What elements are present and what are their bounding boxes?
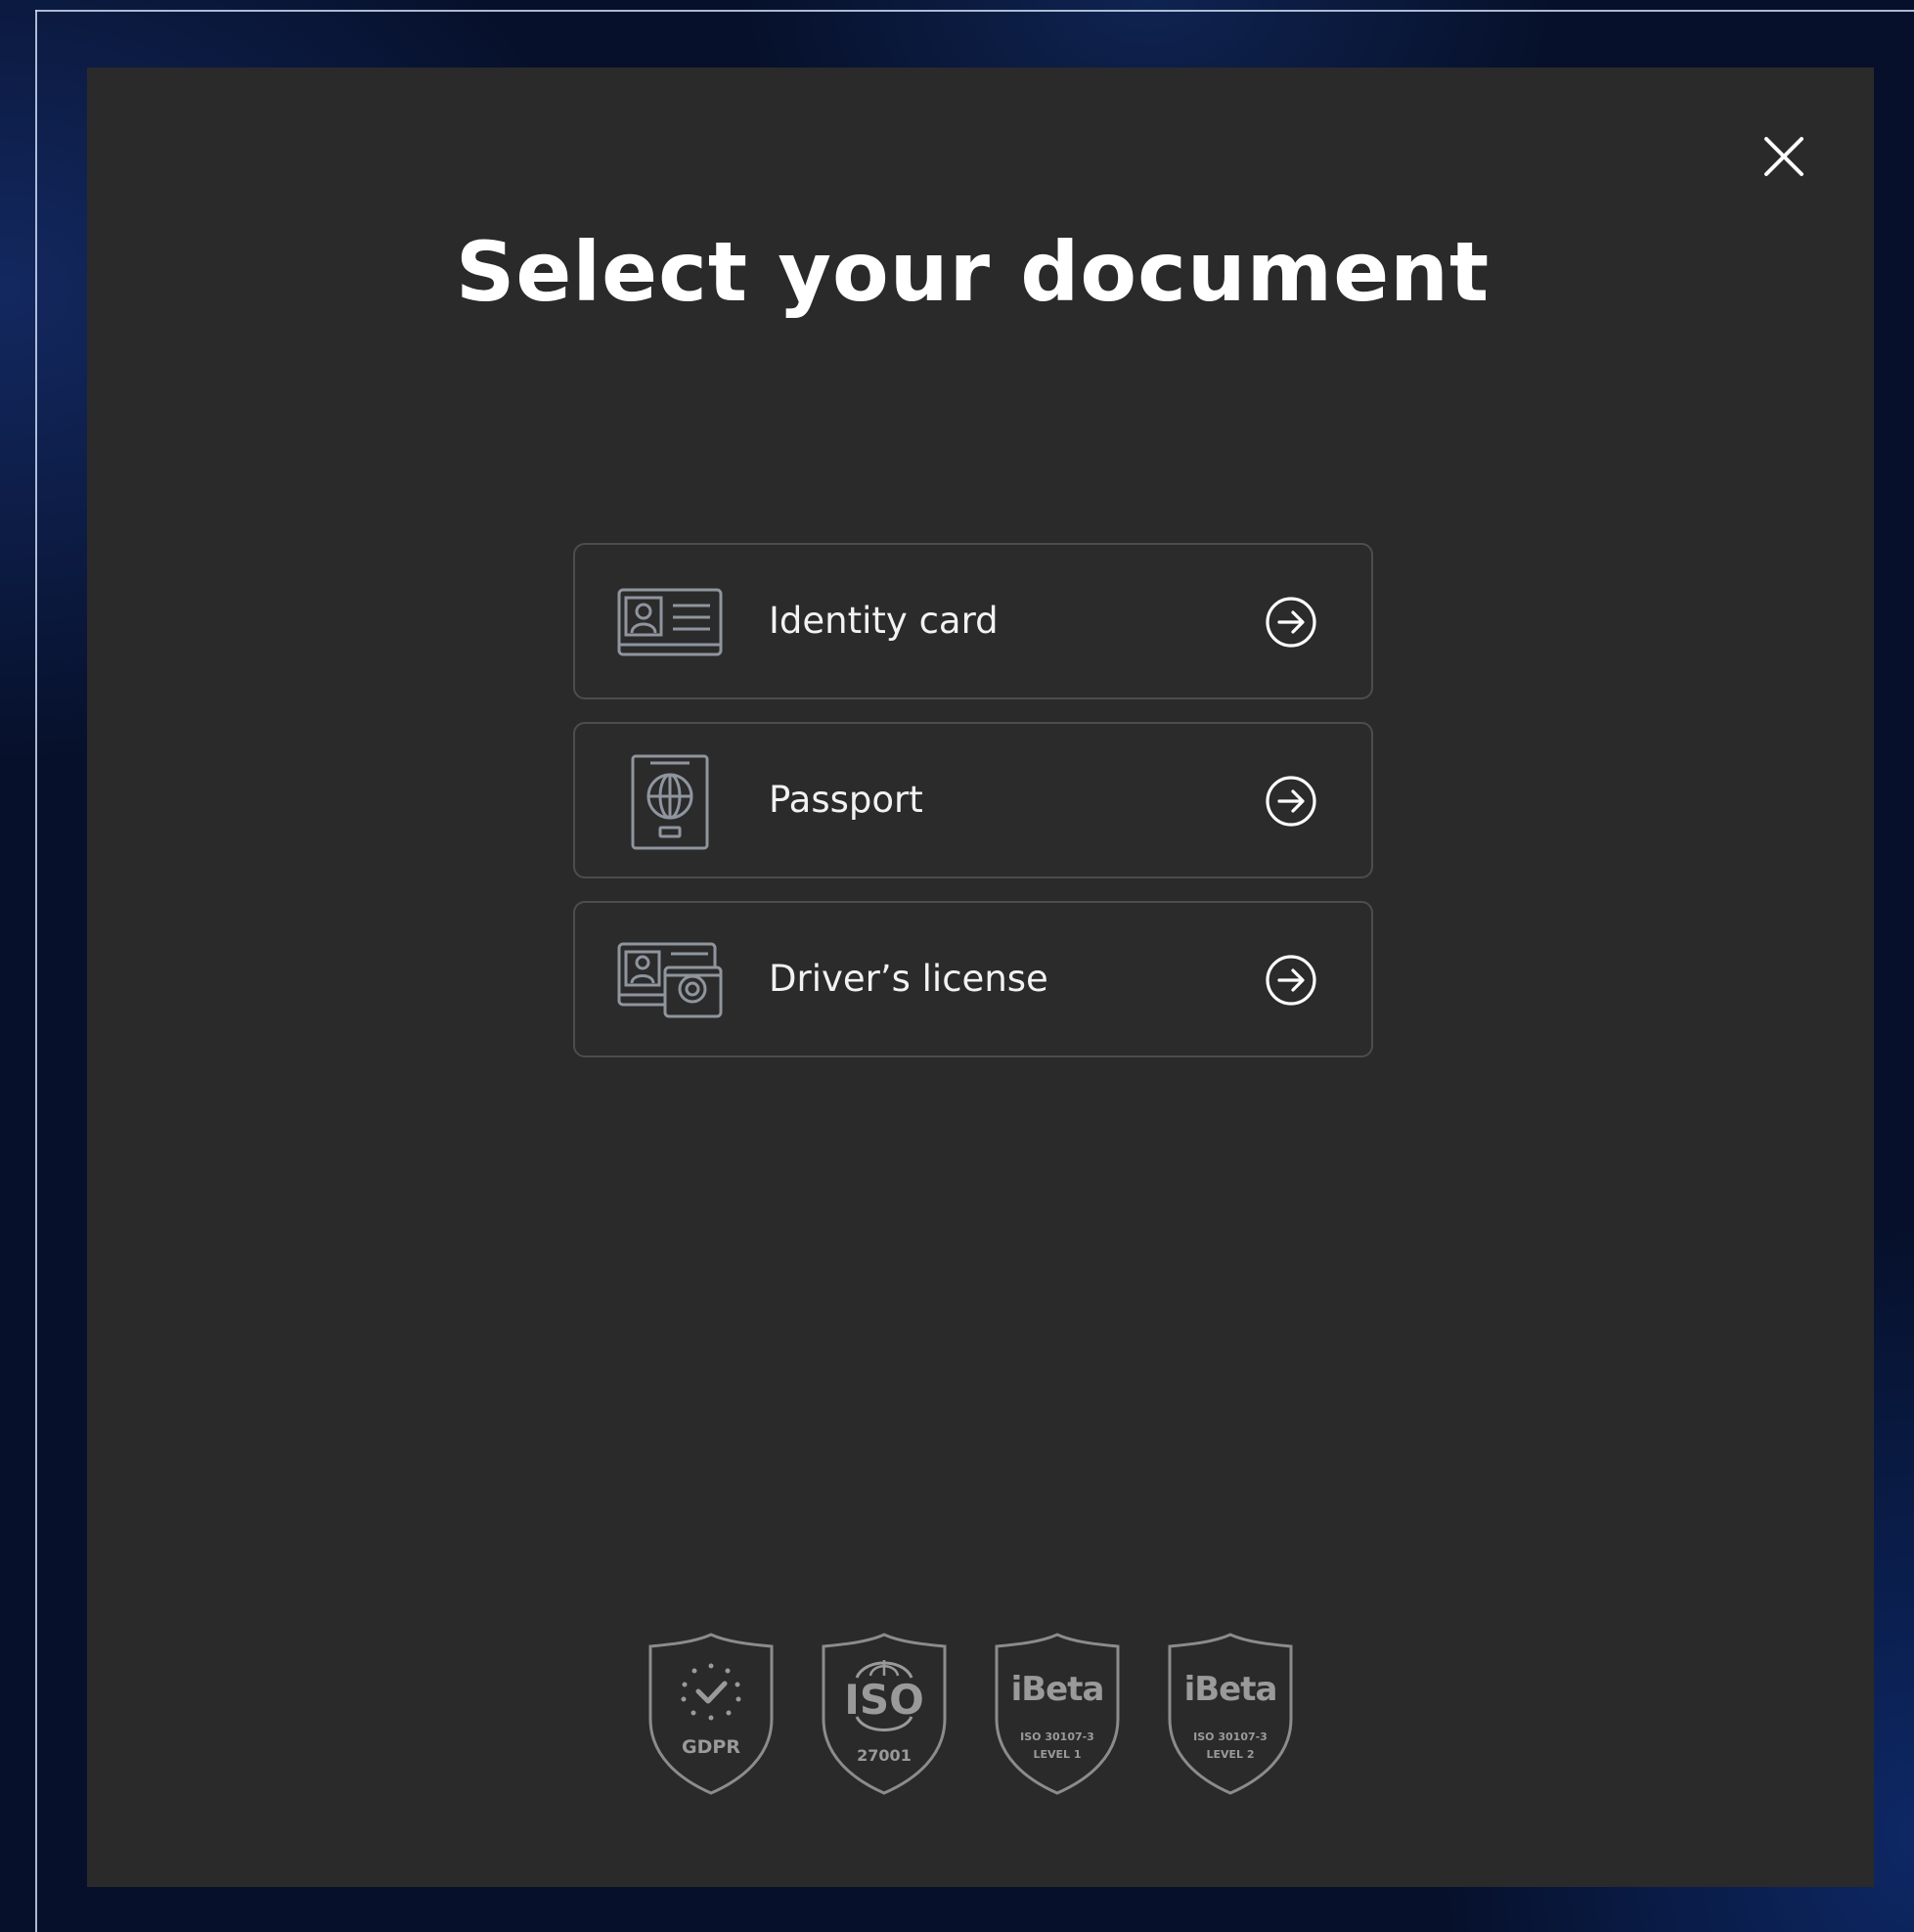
passport-label: Passport <box>769 779 923 821</box>
ibeta-badge-title: iBeta <box>1010 1670 1105 1709</box>
document-select-modal: Select your document Identity card Passp… <box>87 67 1874 1887</box>
ibeta-badge-subtitle: ISO 30107-3 <box>1193 1730 1268 1743</box>
drivers-license-label: Driver’s license <box>769 958 1048 1000</box>
ibeta-level1-badge: iBeta ISO 30107-3 LEVEL 1 <box>991 1631 1124 1797</box>
arrow-right-circle-icon <box>1265 596 1317 649</box>
iso-badge-subtitle: 27001 <box>857 1746 912 1765</box>
identity-card-option[interactable]: Identity card <box>573 543 1373 699</box>
page-title: Select your document <box>455 224 1491 320</box>
frame-border-left <box>35 10 37 1932</box>
ibeta-badge-level: LEVEL 2 <box>1206 1748 1255 1761</box>
close-button[interactable] <box>1752 124 1816 189</box>
arrow-right-circle-icon <box>1265 954 1317 1007</box>
iso-27001-badge: ISO 27001 <box>818 1631 951 1797</box>
iso-badge-title: ISO <box>844 1676 924 1724</box>
identity-card-label: Identity card <box>769 600 999 642</box>
id-card-icon <box>616 574 724 672</box>
ibeta-badge-level: LEVEL 1 <box>1033 1748 1082 1761</box>
shield-icon <box>1168 1633 1293 1795</box>
gdpr-badge-title: GDPR <box>682 1736 740 1758</box>
ibeta-badge-title: iBeta <box>1183 1670 1278 1709</box>
passport-option[interactable]: Passport <box>573 722 1373 878</box>
shield-icon <box>648 1633 774 1795</box>
ibeta-badge-subtitle: ISO 30107-3 <box>1020 1730 1094 1743</box>
gdpr-badge: GDPR <box>645 1631 778 1797</box>
arrow-right-circle-icon <box>1265 775 1317 828</box>
certification-badges: GDPR ISO 27001 iBeta ISO 30107-3 LEVEL 1 <box>645 1631 1310 1797</box>
close-icon <box>1764 137 1803 176</box>
shield-icon <box>995 1633 1120 1795</box>
frame-border-top <box>35 10 1914 12</box>
document-options-list: Identity card Passport Driver’s license <box>573 543 1373 1080</box>
drivers-license-option[interactable]: Driver’s license <box>573 901 1373 1057</box>
ibeta-level2-badge: iBeta ISO 30107-3 LEVEL 2 <box>1164 1631 1297 1797</box>
drivers-license-icon <box>616 932 724 1030</box>
passport-icon <box>616 753 724 851</box>
